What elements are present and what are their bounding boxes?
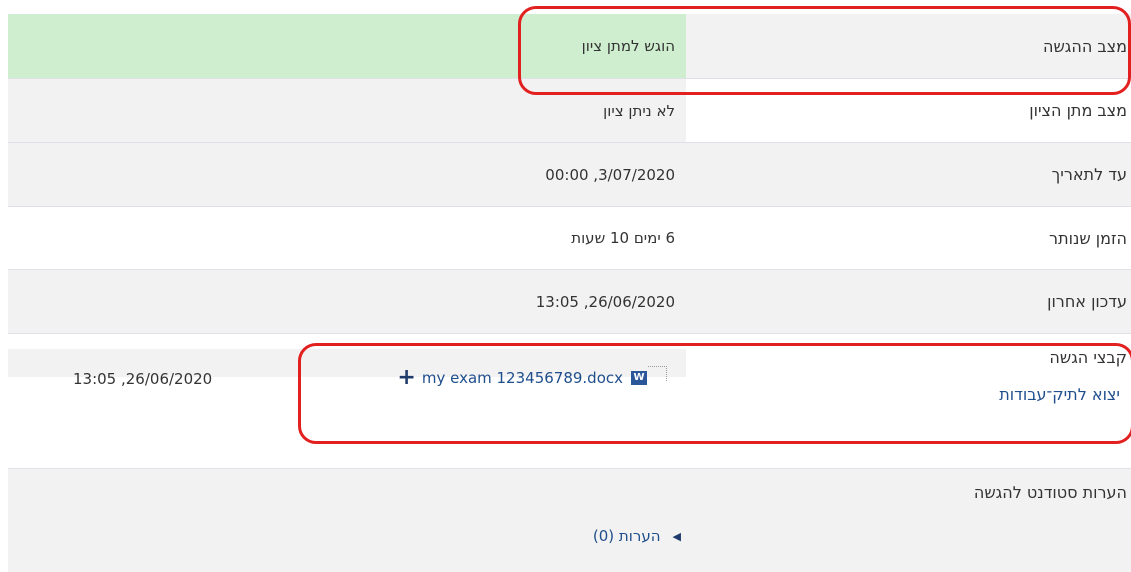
file-tree-box: 13:05 ,26/06/2020 + my exam 123456789.do… [8,349,686,389]
row-submission-files: קבצי הגשה 13:05 ,26/06/2020 + my exam 12… [8,333,1131,468]
row-student-comments: הערות סטודנט להגשה ◀ הערות (0) [8,468,1131,572]
file-entry[interactable]: + my exam 123456789.docx W [397,365,667,389]
expand-plus-icon[interactable]: + [397,367,415,389]
last-modified-value: 26/06/2020, 13:05 [535,292,675,311]
grading-status-value: לא ניתן ציון [603,101,675,120]
submission-status-value: הוגש למתן ציון [8,14,686,78]
row-grading-status: לא ניתן ציון מצב מתן הציון [8,78,1131,142]
row-time-remaining: 6 ימים 10 שעות הזמן שנותר [8,206,1131,269]
comments-toggle[interactable]: ◀ הערות (0) [593,527,681,545]
due-date-value: 3/07/2020, 00:00 [545,165,675,184]
submission-status-table: הוגש למתן ציון מצב ההגשה לא ניתן ציון מצ… [8,14,1131,572]
word-document-icon: W [631,371,647,385]
due-date-label: עד לתאריך [1051,165,1127,184]
export-to-portfolio-link[interactable]: יצוא לתיק־עבודות [999,385,1120,404]
file-link[interactable]: my exam 123456789.docx [422,369,623,387]
row-last-modified: 26/06/2020, 13:05 עדכון אחרון [8,269,1131,333]
grading-status-label: מצב מתן הציון [686,79,1131,142]
student-comments-label: הערות סטודנט להגשה [973,483,1127,502]
tree-connector-lines [648,365,667,381]
time-remaining-label: הזמן שנותר [1049,228,1127,248]
last-modified-label: עדכון אחרון [1047,292,1127,311]
submission-status-label: מצב ההגשה [686,14,1131,78]
caret-left-icon[interactable]: ◀ [673,530,681,543]
time-remaining-value: 6 ימים 10 שעות [571,229,675,247]
file-date: 13:05 ,26/06/2020 [73,370,213,388]
comments-link[interactable]: הערות (0) [593,527,661,545]
row-submission-status: הוגש למתן ציון מצב ההגשה [8,14,1131,78]
row-due-date: 3/07/2020, 00:00 עד לתאריך [8,142,1131,206]
